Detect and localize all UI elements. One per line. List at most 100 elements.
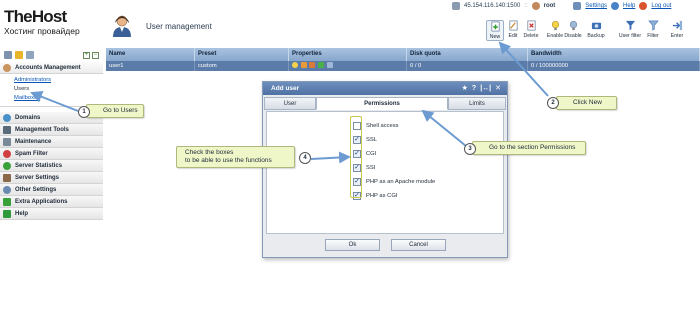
step-number-4: 4 xyxy=(299,152,311,164)
disable-label: Disable xyxy=(564,33,582,39)
sidebar-item-maintenance[interactable]: Maintenance xyxy=(0,136,103,148)
col-bandwidth[interactable]: Bandwidth xyxy=(528,48,700,61)
col-name[interactable]: Name xyxy=(106,48,195,61)
step-number-1: 1 xyxy=(78,106,90,118)
sidebar-item-label: Management Tools xyxy=(15,126,69,133)
callout-text: Go to the section Permissions xyxy=(489,144,576,151)
resize-icon[interactable]: |↔| xyxy=(480,82,491,95)
user-filter-button[interactable]: User filter xyxy=(616,20,644,41)
bulb-icon xyxy=(292,62,298,69)
logout-icon[interactable] xyxy=(639,2,648,10)
perm-php-apache[interactable]: ✓ PHP as an Apache module xyxy=(353,175,435,189)
user-filter-icon xyxy=(625,20,635,31)
sidebar-tools: + − xyxy=(0,48,103,62)
user-management-icon xyxy=(113,15,131,37)
backup-icon xyxy=(591,22,601,30)
cgi-icon xyxy=(317,62,324,69)
help-link[interactable]: Help xyxy=(623,3,635,9)
permissions-list: Shell access ✓ SSL ✓ CGI ✓ SSI ✓ PHP as an A… xyxy=(353,119,435,203)
sidebar-sub-users[interactable]: Users xyxy=(0,85,103,94)
sidebar-item-extra-applications[interactable]: Extra Applications xyxy=(0,196,103,208)
enter-label: Enter xyxy=(670,33,684,39)
filter-label: Filter xyxy=(647,33,659,39)
enter-button[interactable]: Enter xyxy=(668,20,686,41)
plus-icon xyxy=(3,197,11,206)
help-icon[interactable] xyxy=(610,2,619,10)
cancel-button[interactable]: Cancel xyxy=(391,239,446,251)
filter-button[interactable]: Filter xyxy=(644,20,662,41)
backup-label: Backup xyxy=(587,33,605,39)
logo-main: TheHost xyxy=(4,7,67,26)
sidebar-sub-administrators[interactable]: Administrators xyxy=(0,76,103,85)
col-preset[interactable]: Preset xyxy=(195,48,289,61)
enter-icon xyxy=(672,20,682,31)
delete-button[interactable]: Delete xyxy=(522,20,540,41)
accounts-submenu: Administrators Users Mailboxes xyxy=(0,74,103,107)
tab-user[interactable]: User xyxy=(264,97,316,110)
cell-name: user1 xyxy=(106,61,195,71)
user-icon xyxy=(531,2,540,10)
perm-shell-access[interactable]: Shell access xyxy=(353,119,435,133)
new-label: New xyxy=(489,34,501,40)
cell-disk-quota: 0 / 0 xyxy=(407,61,528,71)
help-icon[interactable]: ? xyxy=(472,82,476,95)
expand-all-icon[interactable]: + xyxy=(83,51,90,59)
sidebar-item-label: Server Settings xyxy=(15,174,60,181)
callout-text: Click New xyxy=(573,99,602,106)
settings-link[interactable]: Settings xyxy=(585,3,607,9)
logout-link[interactable]: Log out xyxy=(651,3,671,9)
toolbar: New Edit Delete Enable Disable Backup Us… xyxy=(486,20,686,41)
list-icon[interactable] xyxy=(4,51,12,59)
php-icon xyxy=(326,62,333,69)
new-icon xyxy=(490,21,500,32)
perm-cgi[interactable]: ✓ CGI xyxy=(353,147,435,161)
sidebar-item-label: Extra Applications xyxy=(15,198,68,205)
enable-button[interactable]: Enable xyxy=(546,20,564,41)
backup-button[interactable]: Backup xyxy=(582,20,610,41)
callout-text: Go to Users xyxy=(103,107,138,114)
sidebar-item-label: Server Statistics xyxy=(15,162,63,169)
edit-button[interactable]: Edit xyxy=(504,20,522,41)
sidebar-item-help[interactable]: Help xyxy=(0,208,103,220)
dialog-tabs: User Permissions Limits xyxy=(263,97,507,110)
sidebar-item-other-settings[interactable]: Other Settings xyxy=(0,184,103,196)
logo: TheHost Хостинг провайдер xyxy=(4,8,104,36)
perm-label: PHP as an Apache module xyxy=(366,179,436,185)
callout-check-boxes: Check the boxes to be able to use the fu… xyxy=(176,146,295,168)
sidebar-item-label: Other Settings xyxy=(15,186,57,193)
sidebar-item-management-tools[interactable]: Management Tools xyxy=(0,124,103,136)
tab-limits[interactable]: Limits xyxy=(448,97,506,110)
filter-icon xyxy=(647,20,659,31)
folder-icon[interactable] xyxy=(26,51,34,59)
tab-permissions[interactable]: Permissions xyxy=(316,97,448,110)
col-disk-quota[interactable]: Disk quota xyxy=(407,48,528,61)
sidebar-item-label: Maintenance xyxy=(15,138,52,145)
server-settings-icon xyxy=(3,173,11,182)
sidebar-item-server-settings[interactable]: Server Settings xyxy=(0,172,103,184)
sidebar-item-server-statistics[interactable]: Server Statistics xyxy=(0,160,103,172)
new-button[interactable]: New xyxy=(486,20,504,41)
close-icon[interactable]: ✕ xyxy=(495,82,501,95)
settings-icon[interactable] xyxy=(573,2,582,10)
star-icon[interactable] xyxy=(15,51,23,59)
pin-icon[interactable]: ★ xyxy=(462,82,468,95)
sidebar: + − Accounts Management Administrators U… xyxy=(0,48,103,317)
cell-preset: custom xyxy=(195,61,289,71)
perm-php-cgi[interactable]: ✓ PHP as CGI xyxy=(353,189,435,203)
table-row[interactable]: user1 custom 0 / 0 0 / 100000000 xyxy=(106,61,700,71)
collapse-all-icon[interactable]: − xyxy=(92,51,99,59)
disable-button[interactable]: Disable xyxy=(564,20,582,41)
sidebar-item-spam-filter[interactable]: Spam Filter xyxy=(0,148,103,160)
delete-label: Delete xyxy=(523,33,539,39)
dialog-title-bar[interactable]: Add user ★ ? |↔| ✕ xyxy=(263,82,507,95)
users-table: Name Preset Properties Disk quota Bandwi… xyxy=(106,48,700,71)
callout-go-to-permissions: Go to the section Permissions xyxy=(472,141,587,155)
checkbox-highlight xyxy=(350,116,362,198)
sidebar-item-accounts[interactable]: Accounts Management xyxy=(0,62,103,74)
col-properties[interactable]: Properties xyxy=(289,48,407,61)
perm-ssi[interactable]: ✓ SSI xyxy=(353,161,435,175)
topbar: 45.154.116.140:1500 :: root Settings Hel… xyxy=(452,2,671,10)
ok-button[interactable]: Ok xyxy=(325,239,380,251)
perm-ssl[interactable]: ✓ SSL xyxy=(353,133,435,147)
sidebar-sub-mailboxes[interactable]: Mailboxes xyxy=(0,94,103,103)
